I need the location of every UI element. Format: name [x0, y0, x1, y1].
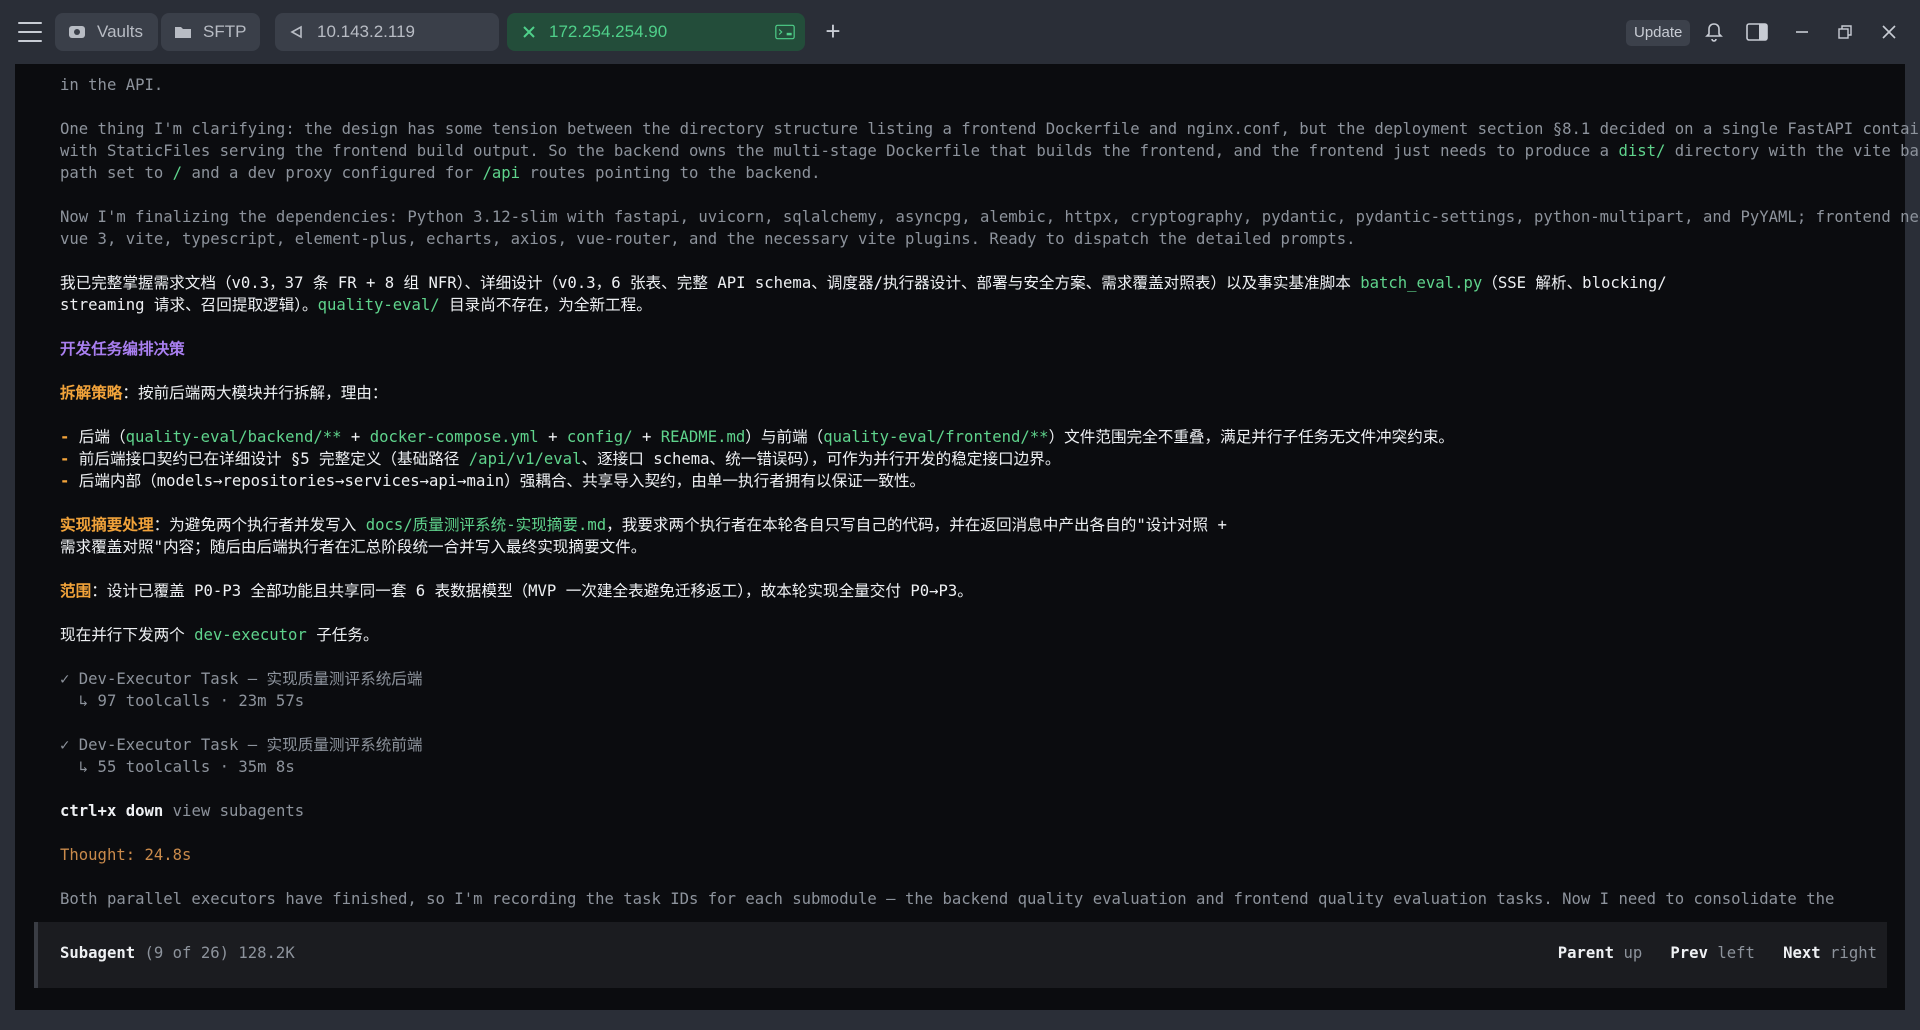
tab-label: 10.143.2.119	[317, 22, 415, 41]
bell-icon[interactable]	[1702, 20, 1726, 44]
tab-host-172-254-254-90[interactable]: 172.254.254.90	[507, 13, 805, 51]
output-line: 需求覆盖对照"内容；随后由后端执行者在汇总阶段统一合并写入最终实现摘要文件。	[60, 538, 647, 556]
tab-label: SFTP	[203, 22, 247, 41]
output-line: with StaticFiles serving the frontend bu…	[60, 142, 1920, 160]
sidebar-toggle-icon[interactable]	[1745, 20, 1769, 44]
close-icon[interactable]	[519, 22, 539, 42]
folder-icon	[173, 22, 193, 42]
output-line: 我已完整掌握需求文档（v0.3，37 条 FR + 8 组 NFR）、详细设计（…	[60, 274, 1667, 292]
output-line: Both parallel executors have finished, s…	[60, 890, 1835, 908]
terminal-pane[interactable]: in the API. One thing I'm clarifying: th…	[15, 64, 1920, 1010]
output-line: 范围：设计已覆盖 P0-P3 全部功能且共享同一套 6 表数据模型（MVP 一次…	[60, 582, 973, 600]
subagent-task-stats: ↳ 97 toolcalls · 23m 57s	[60, 692, 305, 710]
subagent-task[interactable]: ✓ Dev-Executor Task — 实现质量测评系统后端	[60, 668, 422, 690]
restore-icon[interactable]	[1833, 20, 1857, 44]
subagent-task[interactable]: ✓ Dev-Executor Task — 实现质量测评系统前端	[60, 734, 422, 756]
output-line: vue 3, vite, typescript, element-plus, e…	[60, 230, 1356, 248]
minimize-icon[interactable]	[1790, 20, 1814, 44]
tab-sftp[interactable]: SFTP	[161, 13, 260, 51]
bullet-line: - 前后端接口契约已在详细设计 §5 完整定义（基础路径 /api/v1/eva…	[60, 450, 1061, 468]
window-close-icon[interactable]	[1877, 20, 1901, 44]
bullet-line: - 后端（quality-eval/backend/** + docker-co…	[60, 428, 1455, 446]
new-tab-button[interactable]: +	[822, 18, 844, 44]
output-line: streaming 请求、召回提取逻辑）。quality-eval/ 目录尚不存…	[60, 296, 652, 314]
subagent-status-bar: Subagent (9 of 26) 128.2K Parent up Prev…	[34, 922, 1887, 988]
menu-icon[interactable]	[18, 22, 42, 42]
update-button[interactable]: Update	[1626, 20, 1691, 46]
bullet-line: - 后端内部（models→repositories→services→api→…	[60, 472, 926, 490]
output-line: 现在并行下发两个 dev-executor 子任务。	[60, 626, 379, 644]
output-line: in the API.	[60, 76, 164, 94]
tab-label: 172.254.254.90	[549, 22, 668, 41]
output-line: path set to / and a dev proxy configured…	[60, 164, 821, 182]
next-nav[interactable]: Next right	[1783, 944, 1877, 962]
vault-icon	[67, 22, 87, 42]
tab-label: Vaults	[97, 22, 143, 41]
disconnected-icon	[287, 22, 307, 42]
output-line: 实现摘要处理：为避免两个执行者并发写入 docs/质量测评系统-实现摘要.md，…	[60, 516, 1227, 534]
subagent-task-stats: ↳ 55 toolcalls · 35m 8s	[60, 758, 295, 776]
subagent-navigation: Parent up Prev left Next right	[1558, 944, 1877, 962]
output-line: 拆解策略：按前后端两大模块并行拆解，理由：	[60, 384, 388, 402]
parent-nav[interactable]: Parent up	[1558, 944, 1643, 962]
thought-duration: Thought: 24.8s	[60, 846, 192, 864]
prev-nav[interactable]: Prev left	[1670, 944, 1755, 962]
section-heading: 开发任务编排决策	[60, 340, 185, 358]
subagent-info: Subagent (9 of 26) 128.2K	[60, 944, 295, 962]
output-line: One thing I'm clarifying: the design has…	[60, 120, 1920, 138]
tab-host-10-143-2-119[interactable]: 10.143.2.119	[275, 13, 499, 51]
terminal-icon	[775, 22, 795, 42]
agent-output: in the API. One thing I'm clarifying: th…	[60, 64, 1920, 944]
tab-bar: Vaults SFTP 10.143.2.119 172.254.254.90 …	[0, 0, 1920, 64]
tab-vaults[interactable]: Vaults	[55, 13, 158, 51]
output-line: Now I'm finalizing the dependencies: Pyt…	[60, 208, 1920, 226]
keybind-hint: ctrl+x down view subagents	[60, 802, 305, 820]
